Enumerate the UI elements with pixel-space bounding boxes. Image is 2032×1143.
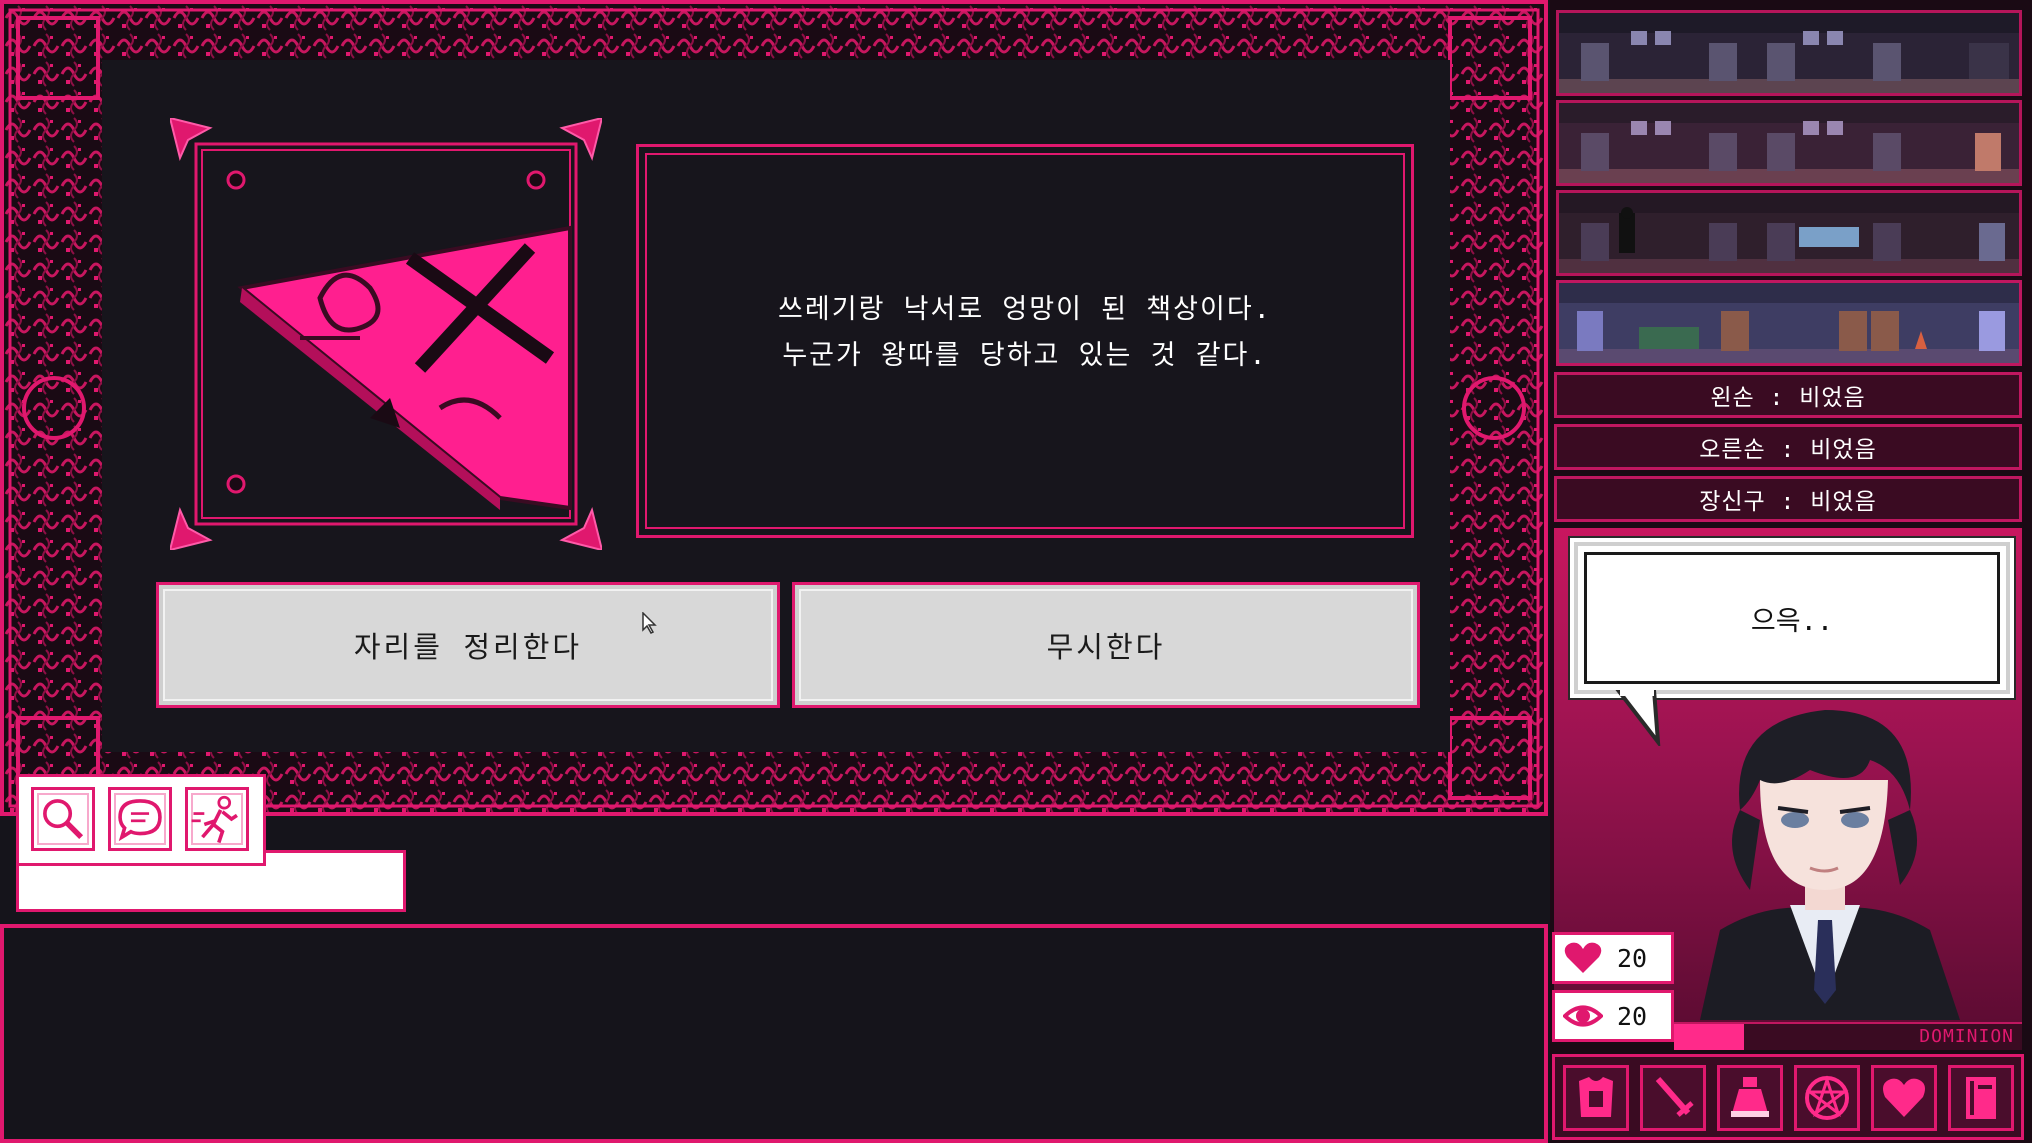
choice-clean-desk-button[interactable]: 자리를 정리한다 — [156, 582, 780, 708]
heart-icon — [1883, 1078, 1925, 1117]
journal-button[interactable] — [1948, 1065, 2014, 1131]
corridor-map — [1559, 13, 2019, 93]
map-floor-4[interactable] — [1556, 10, 2022, 96]
map-floor-3[interactable] — [1556, 100, 2022, 186]
corridor-map — [1559, 283, 2019, 363]
character-speech-bubble: 으윽.. — [1570, 538, 2014, 698]
inspect-button[interactable] — [31, 787, 95, 851]
character-portrait — [1700, 710, 1960, 1020]
corridor-map — [1559, 193, 2019, 273]
dominion-gauge: DOMINION — [1674, 1022, 2022, 1050]
speech-icon — [118, 799, 162, 842]
heart-icon — [1564, 942, 1602, 973]
description-line: 누군가 왕따를 당하고 있는 것 같다. — [782, 340, 1268, 371]
talk-button[interactable] — [108, 787, 172, 851]
bottom-toolbar — [1552, 1054, 2024, 1140]
dominion-fill — [1674, 1024, 1744, 1050]
items-button[interactable] — [1717, 1065, 1783, 1131]
book-icon — [1966, 1077, 1996, 1119]
health-value: 20 — [1617, 943, 1648, 973]
description-box: 쓰레기랑 낙서로 엉망이 된 책상이다. 누군가 왕따를 당하고 있는 것 같다… — [636, 144, 1414, 538]
message-box — [0, 928, 1548, 1143]
magic-button[interactable] — [1794, 1065, 1860, 1131]
corridor-map — [1559, 103, 2019, 183]
sword-icon — [1655, 1077, 1694, 1117]
map-floor-2[interactable] — [1556, 190, 2022, 276]
accessory-slot[interactable]: 장신구 : 비었음 — [1554, 476, 2022, 522]
description-line: 쓰레기랑 낙서로 엉망이 된 책상이다. — [778, 294, 1272, 325]
dominion-label: DOMINION — [1919, 1026, 2014, 1047]
action-bar — [16, 774, 266, 866]
map-floor-1[interactable] — [1556, 280, 2022, 366]
sanity-value: 20 — [1617, 1001, 1648, 1031]
eye-icon — [1563, 1005, 1603, 1027]
health-stat: 20 — [1552, 932, 1674, 984]
affection-button[interactable] — [1871, 1065, 1937, 1131]
desk-illustration — [170, 118, 602, 550]
left-hand-slot[interactable]: 왼손 : 비었음 — [1554, 372, 2022, 418]
potion-bag-icon — [1731, 1077, 1769, 1117]
armor-icon — [1579, 1077, 1613, 1117]
running-person-icon — [191, 795, 238, 844]
right-hand-slot[interactable]: 오른손 : 비었음 — [1554, 424, 2022, 470]
choice-ignore-button[interactable]: 무시한다 — [792, 582, 1420, 708]
description-text: 쓰레기랑 낙서로 엉망이 된 책상이다. 누군가 왕따를 당하고 있는 것 같다… — [639, 287, 1411, 379]
armor-button[interactable] — [1563, 1065, 1629, 1131]
magnifier-icon — [43, 799, 84, 840]
mouse-cursor-icon — [642, 612, 657, 634]
weapon-button[interactable] — [1640, 1065, 1706, 1131]
sanity-stat: 20 — [1552, 990, 1674, 1042]
flee-button[interactable] — [185, 787, 249, 851]
pentagram-icon — [1805, 1075, 1849, 1120]
